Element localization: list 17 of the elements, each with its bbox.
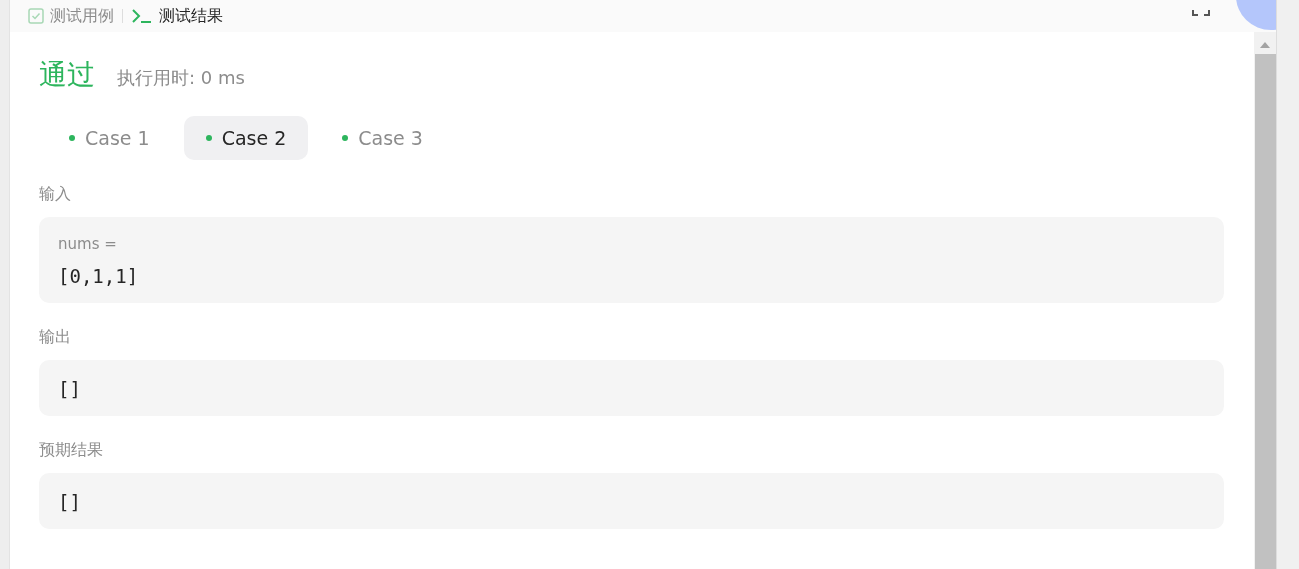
- panel-tab[interactable]: 测试用例: [28, 6, 114, 26]
- result-status: 通过: [39, 57, 95, 93]
- scroll-up-icon[interactable]: [1260, 42, 1270, 48]
- case-tab[interactable]: Case 1: [47, 116, 172, 160]
- variable-name: nums =: [58, 235, 118, 253]
- case-tab[interactable]: Case 2: [183, 116, 309, 160]
- panel-tab[interactable]: 测试结果: [131, 6, 223, 26]
- value-text: []: [58, 491, 82, 513]
- section-title: 预期结果: [39, 440, 104, 461]
- checkbox-icon: [28, 8, 44, 24]
- section-title: 输出: [39, 327, 72, 348]
- section-title: 输入: [39, 184, 72, 205]
- value-text: [0,1,1]: [58, 265, 140, 287]
- terminal-icon: [131, 8, 153, 24]
- case-tab[interactable]: Case 3: [320, 116, 445, 160]
- runtime-text: 执行用时: 0 ms: [117, 66, 245, 90]
- value-text: []: [58, 378, 82, 400]
